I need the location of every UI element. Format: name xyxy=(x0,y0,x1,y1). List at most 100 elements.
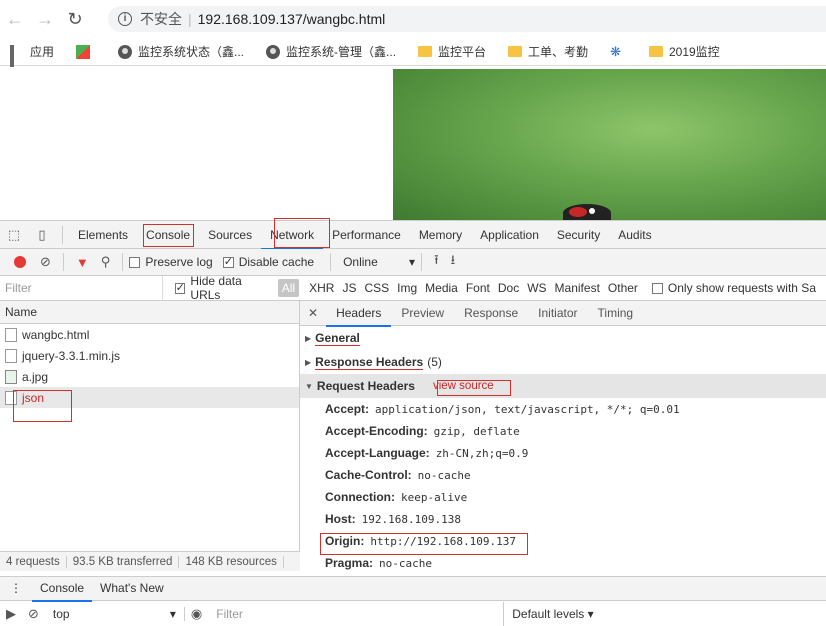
browser-toolbar: ← → ↻ i 不安全 | 192.168.109.137/wangbc.htm… xyxy=(0,0,826,38)
bookmarks-bar: 应用 监控系统状态（鑫... 监控系统-管理（鑫... 监控平台 工单、考勤 ❋… xyxy=(0,38,826,81)
folder-icon xyxy=(418,46,433,57)
request-details: ✕ Headers Preview Response Initiator Tim… xyxy=(300,301,826,576)
forward-button[interactable]: → xyxy=(30,4,60,34)
document-icon xyxy=(5,348,17,363)
type-manifest[interactable]: Manifest xyxy=(551,279,604,297)
request-count: 4 requests xyxy=(0,555,67,568)
back-button[interactable]: ← xyxy=(0,4,30,34)
type-font[interactable]: Font xyxy=(462,279,494,297)
type-js[interactable]: JS xyxy=(338,279,360,297)
console-filter-input[interactable]: Filter xyxy=(208,602,505,626)
drawer-menu-icon[interactable]: ⋮ xyxy=(0,576,32,601)
preserve-log-checkbox[interactable]: Preserve log xyxy=(129,255,213,269)
tab-console[interactable]: Console xyxy=(137,221,199,249)
tab-preview[interactable]: Preview xyxy=(391,301,454,326)
request-list: Name wangbc.html jquery-3.3.1.min.js a.j… xyxy=(0,301,300,571)
network-summary: 4 requests 93.5 KB transferred 148 KB re… xyxy=(0,551,300,571)
tab-audits[interactable]: Audits xyxy=(609,221,660,249)
log-levels-select[interactable]: Default levels ▾ xyxy=(512,607,593,621)
response-headers-section[interactable]: ▶ Response Headers (5) xyxy=(300,350,826,374)
info-icon[interactable]: i xyxy=(118,12,132,26)
tab-initiator[interactable]: Initiator xyxy=(528,301,587,326)
tab-performance[interactable]: Performance xyxy=(323,221,410,249)
bookmark-monitor-admin[interactable]: 监控系统-管理（鑫... xyxy=(266,43,396,60)
device-toolbar-icon[interactable]: ▯ xyxy=(28,221,56,249)
bookmark-label: 2019监控 xyxy=(668,45,720,59)
bird-photo xyxy=(393,69,826,222)
tab-network[interactable]: Network xyxy=(261,221,324,250)
image-icon xyxy=(5,369,17,384)
clear-icon[interactable]: ⊘ xyxy=(40,254,51,270)
type-css[interactable]: CSS xyxy=(360,279,393,297)
import-har-icon[interactable]: ⭱ xyxy=(434,251,439,273)
drawer-tab-whats-new[interactable]: What's New xyxy=(92,576,172,601)
eye-icon[interactable]: ◉ xyxy=(191,606,202,622)
resources-size: 148 KB resources xyxy=(179,555,284,568)
not-secure-label: 不安全 xyxy=(140,11,182,27)
type-doc[interactable]: Doc xyxy=(494,279,523,297)
tab-headers[interactable]: Headers xyxy=(326,301,392,327)
request-row[interactable]: a.jpg xyxy=(0,366,299,387)
request-row[interactable]: jquery-3.3.1.min.js xyxy=(0,345,299,366)
type-img[interactable]: Img xyxy=(393,279,421,297)
bookmark-label: 监控平台 xyxy=(438,45,487,59)
view-source-link[interactable]: view source xyxy=(433,380,494,392)
type-media[interactable]: Media xyxy=(421,279,462,297)
header-row: Cache-Control: no-cache xyxy=(325,468,471,482)
export-har-icon[interactable]: ⭳ xyxy=(451,251,456,273)
context-select[interactable]: top ▾ xyxy=(45,607,185,621)
url-text[interactable]: 192.168.109.137/wangbc.html xyxy=(198,11,386,27)
tab-security[interactable]: Security xyxy=(548,221,609,249)
bookmark-tickets[interactable]: 工单、考勤 xyxy=(508,43,588,60)
filter-icon[interactable]: ▼ xyxy=(76,255,89,270)
hide-data-urls-checkbox[interactable]: Hide data URLs xyxy=(174,274,274,302)
drawer-tab-console[interactable]: Console xyxy=(32,576,93,602)
tab-application[interactable]: Application xyxy=(471,221,548,249)
folder-icon xyxy=(508,46,523,57)
tab-memory[interactable]: Memory xyxy=(410,221,471,249)
clear-console-icon[interactable]: ⊘ xyxy=(28,606,39,622)
bookmark-label: 应用 xyxy=(30,45,55,59)
tab-sources[interactable]: Sources xyxy=(199,221,261,249)
bookmark-baidu[interactable]: ❋ xyxy=(610,44,627,60)
type-xhr[interactable]: XHR xyxy=(305,279,338,297)
only-show-checkbox[interactable]: Only show requests with Sa xyxy=(651,281,816,295)
inspect-icon[interactable]: ⬚ xyxy=(0,221,28,249)
globe-icon xyxy=(118,44,133,59)
header-row: Accept-Language: zh-CN,zh;q=0.9 xyxy=(325,446,529,460)
bookmark-label: 工单、考勤 xyxy=(528,45,589,59)
bookmark-apps[interactable]: 应用 xyxy=(10,43,55,81)
tab-timing[interactable]: Timing xyxy=(588,301,644,326)
type-ws[interactable]: WS xyxy=(523,279,550,297)
header-row: Accept: application/json, text/javascript… xyxy=(325,402,680,416)
disable-cache-checkbox[interactable]: Disable cache xyxy=(222,255,314,269)
request-row[interactable]: wangbc.html xyxy=(0,324,299,345)
devtools-tabs: ⬚ ▯ Elements Console Sources Network Per… xyxy=(0,221,826,250)
address-bar[interactable]: i 不安全 | 192.168.109.137/wangbc.html xyxy=(108,6,826,32)
type-all[interactable]: All xyxy=(277,279,300,297)
sidebar-toggle-icon[interactable]: ▶ xyxy=(6,606,16,622)
request-row-selected[interactable]: json xyxy=(0,387,299,408)
globe-icon xyxy=(266,44,281,59)
bookmark-2019[interactable]: 2019监控 xyxy=(648,43,720,60)
request-headers-section[interactable]: ▼ Request Headers view source xyxy=(300,374,826,398)
general-section[interactable]: ▶ General xyxy=(300,326,826,350)
paw-icon: ❋ xyxy=(610,43,621,59)
throttle-select[interactable]: Online ▾ xyxy=(343,255,415,269)
bookmark-monitor-status[interactable]: 监控系统状态（鑫... xyxy=(118,43,244,60)
bookmark-monitor-platform[interactable]: 监控平台 xyxy=(418,43,486,60)
close-icon[interactable]: ✕ xyxy=(300,301,326,326)
record-button[interactable] xyxy=(14,256,26,268)
tab-elements[interactable]: Elements xyxy=(69,221,137,249)
apps-icon xyxy=(10,44,24,81)
puzzle-icon xyxy=(76,44,91,59)
filter-input[interactable]: Filter xyxy=(0,275,163,301)
bookmark-puzzle[interactable] xyxy=(76,44,96,59)
name-column-header[interactable]: Name xyxy=(0,301,299,324)
header-row: Host: 192.168.109.138 xyxy=(325,512,462,526)
tab-response[interactable]: Response xyxy=(454,301,528,326)
console-toolbar: ▶ ⊘ top ▾ ◉ Filter Default levels ▾ xyxy=(0,602,826,626)
type-other[interactable]: Other xyxy=(604,279,642,297)
search-icon[interactable]: ⚲ xyxy=(101,254,111,270)
reload-button[interactable]: ↻ xyxy=(60,4,90,34)
